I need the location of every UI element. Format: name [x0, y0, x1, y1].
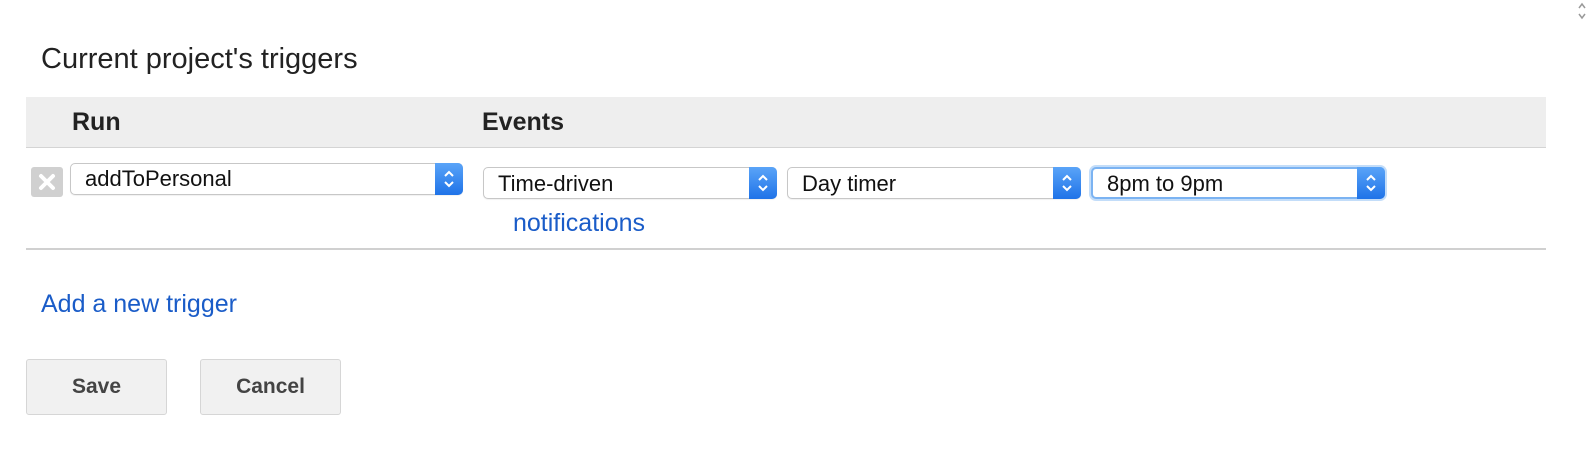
- timer-type-select[interactable]: Day timer: [787, 167, 1081, 199]
- function-select-value: addToPersonal: [85, 166, 232, 191]
- delete-trigger-button[interactable]: [31, 167, 63, 197]
- chevron-up-down-icon: [1357, 167, 1385, 199]
- time-window-select[interactable]: 8pm to 9pm: [1091, 167, 1385, 199]
- chevron-up-down-icon: [435, 163, 463, 195]
- event-source-select[interactable]: Time-driven: [483, 167, 777, 199]
- timer-type-select-value: Day timer: [802, 171, 897, 196]
- close-x-icon: [39, 174, 55, 190]
- run-column-header: Run: [72, 108, 121, 136]
- chevron-up-down-icon: [749, 167, 777, 199]
- function-select[interactable]: addToPersonal: [70, 163, 463, 195]
- cancel-button[interactable]: Cancel: [200, 359, 341, 415]
- resize-handle-icon[interactable]: [1576, 0, 1588, 22]
- time-window-select-value: 8pm to 9pm: [1107, 171, 1224, 196]
- events-column-header: Events: [482, 108, 564, 136]
- notifications-link[interactable]: notifications: [513, 209, 645, 238]
- dialog-title: Current project's triggers: [41, 43, 358, 75]
- event-source-select-value: Time-driven: [498, 171, 614, 196]
- table-header: [26, 97, 1546, 148]
- row-divider: [26, 248, 1546, 250]
- add-trigger-link[interactable]: Add a new trigger: [41, 290, 237, 319]
- chevron-up-down-icon: [1053, 167, 1081, 199]
- save-button[interactable]: Save: [26, 359, 167, 415]
